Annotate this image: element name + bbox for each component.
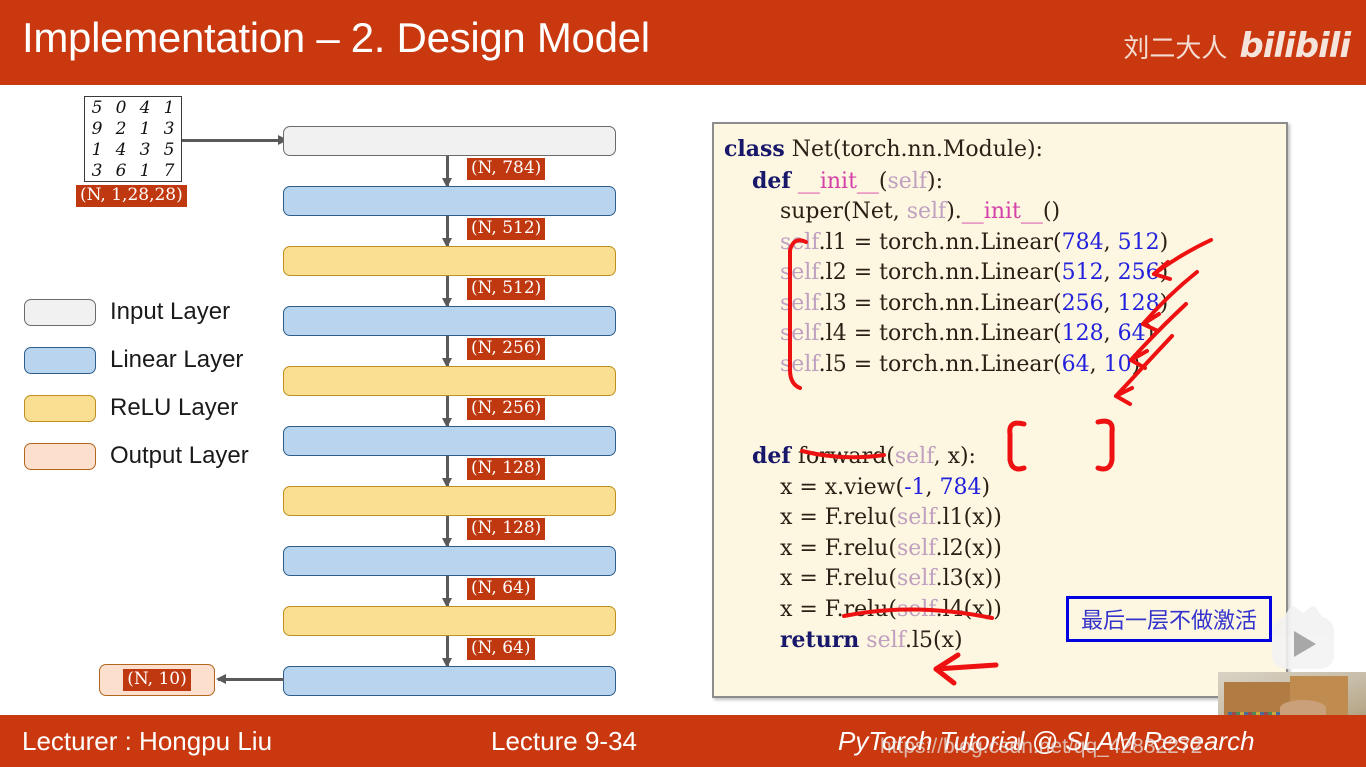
legend-item-linear: Linear Layer (24, 336, 249, 384)
mnist-digit: 1 (91, 139, 103, 160)
flow-box-linear-10 (283, 666, 616, 696)
shape-tag: (N, 128) (467, 458, 546, 480)
flow-connector-arrow-icon (442, 276, 452, 308)
legend: Input Layer Linear Layer ReLU Layer Outp… (24, 288, 249, 480)
legend-swatch-output-icon (24, 442, 96, 470)
slide: Implementation – 2. Design Model 刘二大人 bi… (0, 0, 1366, 767)
legend-label: ReLU Layer (110, 394, 239, 421)
legend-swatch-relu-icon (24, 394, 96, 422)
flow-connector-arrow-icon (442, 636, 452, 668)
mnist-digit: 4 (139, 97, 151, 118)
watermark: https://blog.csdn.net/qq_42832272 (880, 735, 1203, 758)
legend-item-input: Input Layer (24, 288, 249, 336)
flow-box-relu-3 (283, 246, 616, 276)
shape-tag: (N, 256) (467, 338, 546, 360)
mnist-digit: 5 (163, 139, 175, 160)
mnist-digit: 7 (163, 160, 175, 181)
shape-tag: (N, 256) (467, 398, 546, 420)
brand-author-name: 刘二大人 (1123, 33, 1228, 64)
flow-box-input-1 (283, 126, 616, 156)
flow-box-relu-9 (283, 606, 616, 636)
mnist-digit: 5 (91, 97, 103, 118)
shape-tag: (N, 64) (467, 638, 535, 660)
mnist-digit: 1 (163, 97, 175, 118)
slide-header: Implementation – 2. Design Model 刘二大人 bi… (0, 0, 1366, 85)
flow-connector-arrow-icon (442, 396, 452, 428)
shape-tag: (N, 512) (467, 278, 546, 300)
flow-box-linear-6 (283, 426, 616, 456)
output-layer-box: (N, 10) (99, 664, 215, 696)
webcam-person-hair (1280, 700, 1326, 716)
legend-label: Output Layer (110, 442, 249, 469)
shape-tag: (N, 512) (467, 218, 546, 240)
flow-connector-arrow-icon (442, 336, 452, 368)
annotation-note-text: 最后一层不做激活 (1081, 609, 1258, 634)
mnist-digit: 1 (139, 118, 151, 139)
mnist-digit: 3 (139, 139, 151, 160)
footer-lecture-number: Lecture 9-34 (491, 726, 637, 756)
shape-tag: (N, 784) (467, 158, 546, 180)
legend-item-relu: ReLU Layer (24, 384, 249, 432)
bilibili-logo: bilibili (1239, 26, 1351, 66)
mnist-digit: 0 (115, 97, 127, 118)
legend-swatch-linear-icon (24, 346, 96, 374)
mnist-digit: 6 (115, 160, 127, 181)
annotation-note-box: 最后一层不做激活 (1066, 596, 1273, 642)
flow-connector-arrow-icon (442, 456, 452, 488)
mnist-digit: 1 (139, 160, 151, 181)
shape-tag: (N, 128) (467, 518, 546, 540)
input-arrow-icon (182, 135, 288, 145)
flow-box-linear-8 (283, 546, 616, 576)
mnist-digit-grid: 5 0 4 1 9 2 1 3 1 4 3 5 3 6 1 7 (84, 96, 182, 182)
legend-item-output: Output Layer (24, 432, 249, 480)
output-shape-tag: (N, 10) (123, 669, 191, 691)
mnist-digit: 3 (163, 118, 175, 139)
footer-lecturer: Lecturer : Hongpu Liu (22, 726, 273, 756)
legend-label: Input Layer (110, 298, 231, 325)
mnist-digit: 3 (91, 160, 103, 181)
flow-connector-arrow-icon (442, 156, 452, 188)
play-triangle-icon[interactable] (1294, 631, 1316, 657)
page-title: Implementation – 2. Design Model (22, 14, 650, 61)
legend-swatch-input-icon (24, 298, 96, 326)
flow-connector-arrow-icon (442, 576, 452, 608)
flow-box-relu-7 (283, 486, 616, 516)
flow-connector-arrow-icon (442, 516, 452, 548)
shape-tag: (N, 64) (467, 578, 535, 600)
flow-connector-arrow-icon (442, 216, 452, 248)
flow-box-linear-2 (283, 186, 616, 216)
mnist-digit: 4 (115, 139, 127, 160)
brand-group: 刘二大人 bilibili (1123, 26, 1351, 66)
mnist-digit: 9 (91, 118, 103, 139)
output-arrow-icon (216, 674, 284, 684)
flow-box-relu-5 (283, 366, 616, 396)
mnist-digit: 2 (115, 118, 127, 139)
legend-label: Linear Layer (110, 346, 244, 373)
flow-box-linear-4 (283, 306, 616, 336)
input-shape-tag: (N, 1,28,28) (76, 185, 187, 207)
